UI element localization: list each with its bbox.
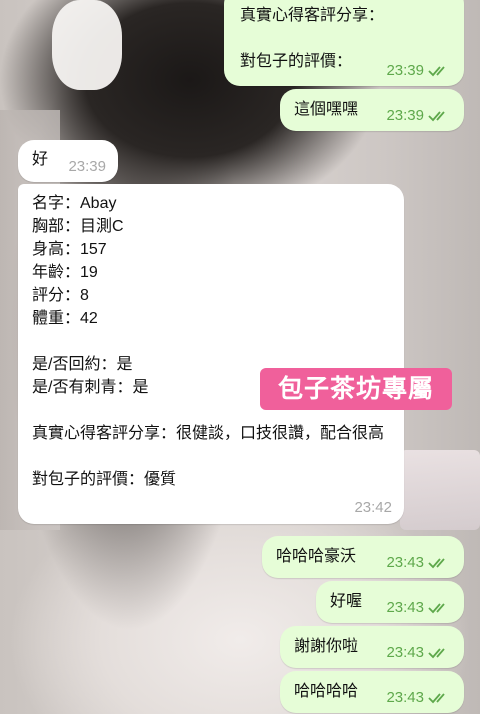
message-meta: 23:39 bbox=[68, 158, 106, 176]
message-time: 23:43 bbox=[386, 599, 424, 616]
message-time: 23:42 bbox=[354, 499, 392, 516]
message-meta: 23:39 bbox=[386, 62, 452, 80]
message-time: 23:43 bbox=[386, 689, 424, 706]
message-time: 23:39 bbox=[68, 158, 106, 175]
message-meta: 23:43 bbox=[386, 689, 452, 707]
message-time: 23:43 bbox=[386, 554, 424, 571]
double-check-icon bbox=[428, 603, 445, 614]
double-check-icon bbox=[428, 111, 445, 122]
double-check-icon bbox=[428, 558, 445, 569]
message-bubble-outgoing[interactable]: 哈哈哈豪沃 23:43 bbox=[262, 536, 464, 578]
message-time: 23:39 bbox=[386, 62, 424, 79]
double-check-icon bbox=[428, 693, 445, 704]
message-bubble-outgoing[interactable]: 謝謝你啦 23:43 bbox=[280, 626, 464, 668]
message-meta: 23:42 bbox=[354, 499, 392, 517]
watermark-badge: 包子茶坊專屬 bbox=[260, 368, 452, 410]
message-meta: 23:43 bbox=[386, 599, 452, 617]
message-bubble-outgoing[interactable]: 真實心得客評分享： 對包子的評價： 23:39 bbox=[224, 0, 464, 86]
wallpaper-shelf bbox=[400, 450, 480, 530]
wallpaper-scrunchie bbox=[52, 0, 122, 90]
message-bubble-outgoing[interactable]: 好喔 23:43 bbox=[316, 581, 464, 623]
message-bubble-outgoing[interactable]: 哈哈哈哈 23:43 bbox=[280, 671, 464, 713]
message-meta: 23:39 bbox=[386, 107, 452, 125]
message-meta: 23:43 bbox=[386, 644, 452, 662]
double-check-icon bbox=[428, 648, 445, 659]
message-text: 名字：Abay 胸部：目測C 身高：157 年齡：19 評分：8 體重：42 是… bbox=[32, 195, 385, 488]
message-time: 23:39 bbox=[386, 107, 424, 124]
double-check-icon bbox=[428, 66, 445, 77]
message-time: 23:43 bbox=[386, 644, 424, 661]
message-bubble-outgoing[interactable]: 這個嘿嘿 23:39 bbox=[280, 89, 464, 131]
message-meta: 23:43 bbox=[386, 554, 452, 572]
message-bubble-incoming[interactable]: 好 23:39 bbox=[18, 140, 118, 182]
message-bubble-incoming[interactable]: 名字：Abay 胸部：目測C 身高：157 年齡：19 評分：8 體重：42 是… bbox=[18, 184, 404, 524]
